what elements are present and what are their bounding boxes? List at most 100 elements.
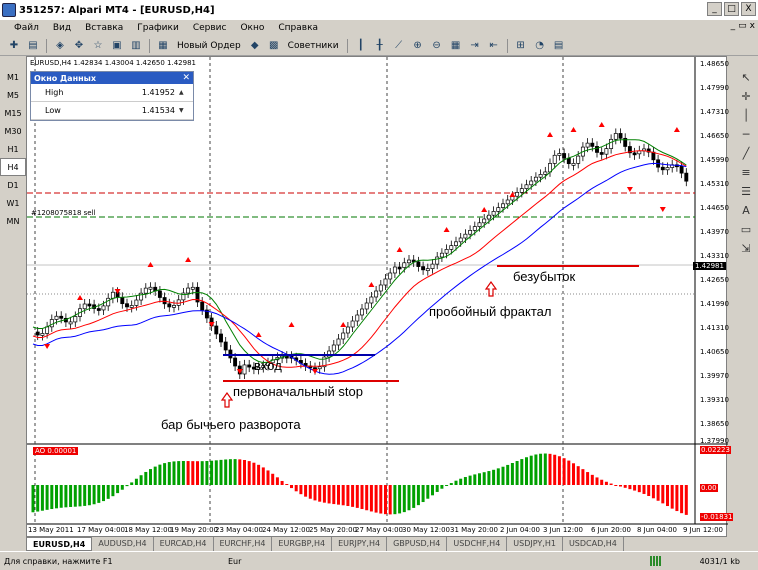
experts-icon[interactable]: ▩ xyxy=(266,38,282,54)
experts-button[interactable]: Советники xyxy=(285,41,342,51)
ao-histogram-bar xyxy=(539,453,543,485)
timeframe-mn[interactable]: MN xyxy=(0,212,26,230)
timeframe-w1[interactable]: W1 xyxy=(0,194,26,212)
menu-help[interactable]: Справка xyxy=(278,23,318,33)
timeframe-h1[interactable]: H1 xyxy=(0,140,26,158)
ao-histogram-bar xyxy=(228,459,232,485)
zoom-in-icon[interactable]: ⊕ xyxy=(410,38,426,54)
new-order-button[interactable]: Новый Ордер xyxy=(174,41,244,51)
ao-histogram-bar xyxy=(299,485,303,495)
tab-audusd[interactable]: AUDUSD,H4 xyxy=(92,537,154,551)
data-window-panel[interactable]: Окно Данных ✕ High 1.41952 ▲ Low 1.41534… xyxy=(30,71,194,121)
fractal-arrow xyxy=(288,322,295,327)
fibonacci-icon[interactable]: ☰ xyxy=(734,182,758,201)
price-tick: 1.41990 xyxy=(700,300,729,308)
candle-body xyxy=(562,153,567,159)
tab-eurusd[interactable]: EURUSD,H4 xyxy=(26,537,93,551)
crosshair-tool-icon[interactable]: ✥ xyxy=(71,38,87,54)
metaeditor-icon[interactable]: ◆ xyxy=(247,38,263,54)
autoscroll-icon[interactable]: ⇥ xyxy=(467,38,483,54)
timeframe-m1[interactable]: M1 xyxy=(0,68,26,86)
line-chart-icon[interactable]: ⟋ xyxy=(391,38,407,54)
timeframe-m5[interactable]: M5 xyxy=(0,86,26,104)
ao-histogram-bar xyxy=(214,460,218,485)
new-chart-icon[interactable]: ✚ xyxy=(6,38,22,54)
crosshair-icon[interactable]: ✛ xyxy=(734,87,758,106)
chart-window[interactable]: EURUSD,H4 1.42834 1.43004 1.42650 1.4298… xyxy=(26,56,734,538)
minimize-button[interactable]: _ xyxy=(707,2,722,16)
fractal-arrow xyxy=(114,289,121,294)
tab-eurcad[interactable]: EURCAD,H4 xyxy=(154,537,214,551)
vertical-line-icon[interactable]: │ xyxy=(734,106,758,125)
favorites-icon[interactable]: ☆ xyxy=(90,38,106,54)
ao-histogram-bar xyxy=(87,485,91,506)
new-order-icon[interactable]: ▦ xyxy=(155,38,171,54)
tab-usdjpy[interactable]: USDJPY,H1 xyxy=(507,537,563,551)
scroll-down-icon[interactable]: ▼ xyxy=(179,107,191,114)
ao-histogram-bar xyxy=(459,478,463,485)
tab-eurchf[interactable]: EURCHF,H4 xyxy=(214,537,273,551)
status-help: Для справки, нажмите F1 xyxy=(4,556,113,566)
fractal-arrow xyxy=(626,187,633,192)
mdi-minimize-button[interactable]: _ xyxy=(731,21,736,31)
ao-histogram-bar xyxy=(431,485,434,496)
menu-file[interactable]: Файл xyxy=(14,23,39,33)
templates-icon[interactable]: ▤ xyxy=(551,38,567,54)
chart-shift-icon[interactable]: ⇤ xyxy=(486,38,502,54)
scroll-up-icon[interactable]: ▲ xyxy=(179,89,191,96)
market-watch-icon[interactable]: ◈ xyxy=(52,38,68,54)
arrows-icon[interactable]: ⇲ xyxy=(734,239,758,258)
zoom-out-icon[interactable]: ⊖ xyxy=(429,38,445,54)
menu-tools[interactable]: Сервис xyxy=(193,23,227,33)
ao-histogram-bar xyxy=(440,485,444,489)
bar-chart-icon[interactable]: ┃ xyxy=(353,38,369,54)
timeframe-d1[interactable]: D1 xyxy=(0,176,26,194)
ao-histogram-bar xyxy=(163,463,167,485)
close-button[interactable]: X xyxy=(741,2,756,16)
connection-bars-icon xyxy=(650,556,662,566)
menu-view[interactable]: Вид xyxy=(53,23,71,33)
ao-histogram-bar xyxy=(97,485,101,503)
navigator-icon[interactable]: ▣ xyxy=(109,38,125,54)
timeframe-m15[interactable]: M15 xyxy=(0,104,26,122)
ao-histogram-bar xyxy=(294,485,298,492)
tab-gbpusd[interactable]: GBPUSD,H4 xyxy=(387,537,448,551)
ao-histogram-bar xyxy=(553,454,557,485)
timeframe-m30[interactable]: M30 xyxy=(0,122,26,140)
ao-histogram-bar xyxy=(271,473,275,485)
candle-body xyxy=(458,237,463,243)
label-icon[interactable]: ▭ xyxy=(734,220,758,239)
candle-body xyxy=(679,165,684,174)
horizontal-line-icon[interactable]: ─ xyxy=(734,125,758,144)
candle-body xyxy=(604,148,609,155)
tab-eurjpy[interactable]: EURJPY,H4 xyxy=(332,537,388,551)
ao-histogram-bar xyxy=(78,485,82,507)
channel-icon[interactable]: ≡ xyxy=(734,163,758,182)
data-window-close-icon[interactable]: ✕ xyxy=(182,73,193,83)
terminal-icon[interactable]: ▥ xyxy=(128,38,144,54)
cursor-icon[interactable]: ↖ xyxy=(734,68,758,87)
mdi-restore-button[interactable]: ▭ xyxy=(738,21,747,31)
annotation-bullish-bar: бар бычьего разворота xyxy=(161,417,301,432)
tab-usdcad[interactable]: USDCAD,H4 xyxy=(563,537,624,551)
tab-usdchf[interactable]: USDCHF,H4 xyxy=(447,537,508,551)
trendline-icon[interactable]: ╱ xyxy=(734,144,758,163)
mdi-close-button[interactable]: x xyxy=(750,21,755,31)
periods-icon[interactable]: ◔ xyxy=(532,38,548,54)
menu-insert[interactable]: Вставка xyxy=(85,23,123,33)
timeframe-h4[interactable]: H4 xyxy=(0,158,26,176)
text-icon[interactable]: A xyxy=(734,201,758,220)
candle-body xyxy=(49,319,54,328)
tile-windows-icon[interactable]: ▦ xyxy=(448,38,464,54)
fractal-arrow xyxy=(147,262,154,267)
maximize-button[interactable]: □ xyxy=(724,2,739,16)
candle-body xyxy=(491,211,496,216)
chart-canvas[interactable] xyxy=(27,57,728,538)
menu-charts[interactable]: Графики xyxy=(137,23,179,33)
profiles-icon[interactable]: ▤ xyxy=(25,38,41,54)
annotation-breakout-fractal: пробойный фрактал xyxy=(429,304,552,319)
candlestick-icon[interactable]: ╂ xyxy=(372,38,388,54)
menu-window[interactable]: Окно xyxy=(240,23,264,33)
tab-eurgbp[interactable]: EURGBP,H4 xyxy=(272,537,333,551)
indicators-icon[interactable]: ⊞ xyxy=(513,38,529,54)
